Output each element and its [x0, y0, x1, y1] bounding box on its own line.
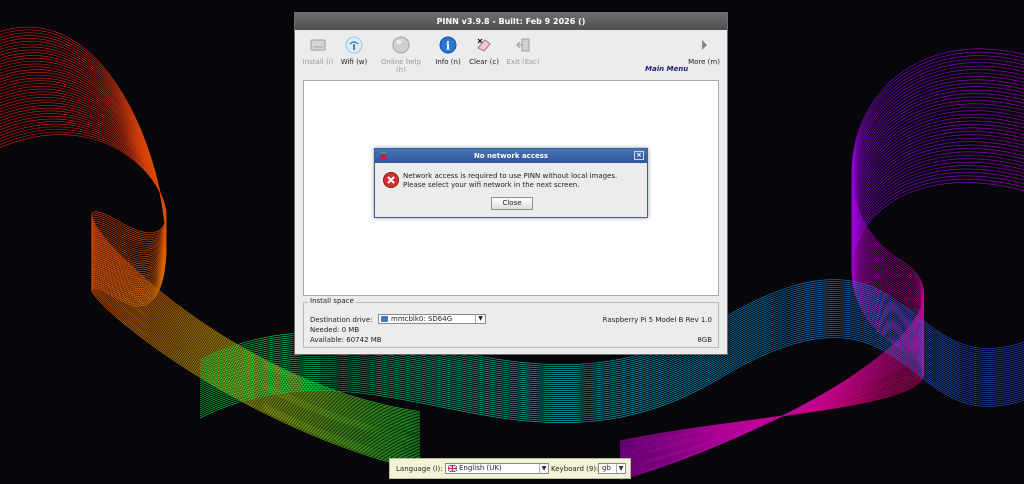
- globe-icon: [392, 36, 410, 54]
- info-label: Info (n): [435, 58, 461, 66]
- dialog-message: Network access is required to use PINN w…: [403, 172, 618, 189]
- clear-label: Clear (c): [469, 58, 499, 66]
- keyboard-select[interactable]: gb ▼: [598, 463, 626, 474]
- destination-drive-select[interactable]: mmcblk0: SD64G ▼: [378, 314, 486, 324]
- info-button[interactable]: i Info (n): [433, 36, 463, 76]
- language-value: English (UK): [459, 464, 502, 472]
- dialog-close-icon[interactable]: ×: [634, 151, 644, 160]
- no-network-dialog: No network access × Network access is re…: [374, 148, 648, 218]
- memory-size: 8GB: [697, 336, 712, 344]
- exit-label: Exit (Esc): [506, 58, 540, 66]
- install-button[interactable]: Install (i): [301, 36, 335, 76]
- install-disk-icon: [310, 39, 326, 51]
- online-help-button[interactable]: Online help (h): [375, 36, 427, 76]
- wifi-label: Wifi (w): [340, 58, 368, 66]
- install-space-group: Install space Destination drive: mmcblk0…: [303, 297, 719, 348]
- language-label: Language (l):: [396, 465, 443, 473]
- more-button[interactable]: More (m): [687, 36, 721, 76]
- main-toolbar: Install (i) Wifi (w) Online help (h) i I…: [295, 30, 727, 78]
- raspberry-icon: [380, 151, 387, 161]
- svg-text:i: i: [446, 40, 450, 53]
- more-label: More (m): [688, 58, 720, 66]
- main-menu-label: Main Menu: [645, 65, 689, 73]
- language-bar: Language (l): English (UK) ▼ Keyboard (9…: [389, 458, 631, 479]
- drive-icon: [381, 316, 388, 322]
- chevron-down-icon: ▼: [616, 464, 625, 473]
- uk-flag-icon: [448, 465, 457, 472]
- clear-button[interactable]: Clear (c): [467, 36, 501, 76]
- info-icon: i: [439, 36, 457, 54]
- online-help-label: Online help (h): [381, 58, 421, 74]
- language-select[interactable]: English (UK) ▼: [445, 463, 549, 474]
- destination-label: Destination drive:: [310, 316, 373, 324]
- window-title: PINN v3.9.8 - Built: Feb 9 2026 (): [295, 13, 727, 30]
- error-icon: [383, 172, 399, 188]
- dialog-titlebar: No network access ×: [375, 149, 647, 163]
- wifi-button[interactable]: Wifi (w): [339, 36, 369, 76]
- keyboard-value: gb: [602, 464, 611, 472]
- exit-icon: [516, 38, 530, 52]
- wifi-icon: [345, 36, 363, 54]
- exit-button[interactable]: Exit (Esc): [505, 36, 541, 76]
- keyboard-label: Keyboard (9):: [551, 465, 599, 473]
- needed-text: Needed: 0 MB: [310, 326, 360, 334]
- chevron-down-icon: ▼: [539, 464, 548, 473]
- close-button[interactable]: Close: [491, 197, 533, 210]
- destination-value: mmcblk0: SD64G: [391, 315, 453, 323]
- arrow-right-icon: [702, 40, 707, 50]
- available-text: Available: 60742 MB: [310, 336, 382, 344]
- dialog-title: No network access: [473, 152, 549, 160]
- install-label: Install (i): [302, 58, 334, 66]
- chevron-down-icon: ▼: [475, 315, 485, 323]
- device-model: Raspberry Pi 5 Model B Rev 1.0: [602, 316, 712, 324]
- eraser-icon: [477, 38, 491, 52]
- install-space-title: Install space: [308, 297, 356, 305]
